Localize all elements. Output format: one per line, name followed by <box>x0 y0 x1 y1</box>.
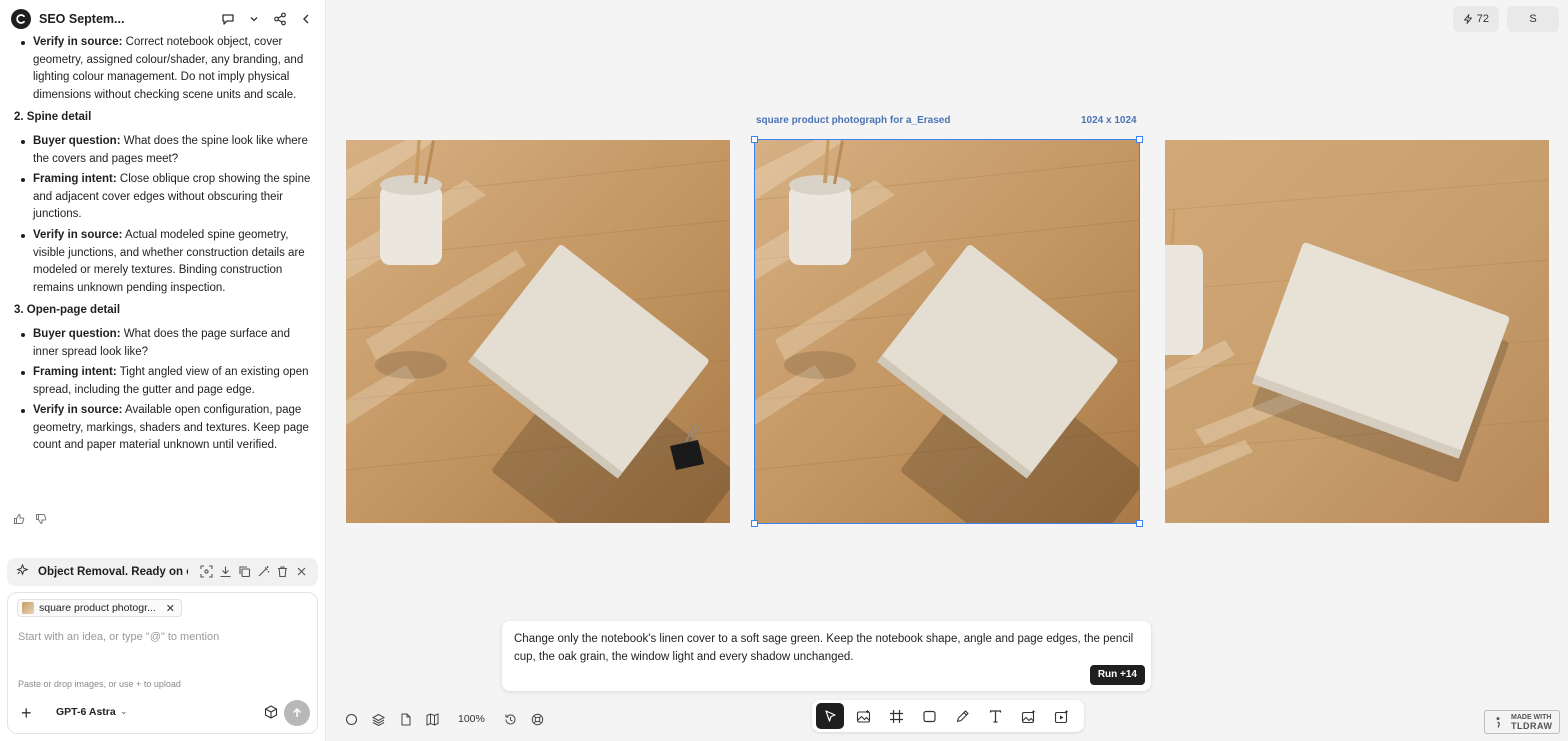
tldraw-logo-icon <box>1496 717 1500 728</box>
copy-icon[interactable] <box>238 565 251 581</box>
user-avatar[interactable]: S <box>1507 6 1559 32</box>
download-icon[interactable] <box>219 565 232 581</box>
chevron-down-icon[interactable] <box>245 10 263 28</box>
sidebar-header: SEO Septem... <box>0 0 325 38</box>
chat-composer: square product photogr... ✕ Start with a… <box>7 592 318 734</box>
send-button[interactable] <box>284 700 310 726</box>
history-icon[interactable] <box>502 710 520 728</box>
selected-product-photo[interactable] <box>755 140 1139 523</box>
section-heading: 3. Open-page detail <box>14 304 121 317</box>
frame-tool[interactable] <box>882 703 910 729</box>
attached-image-chip[interactable]: square product photogr... ✕ <box>17 599 182 617</box>
canvas-controls: 100% <box>342 710 547 728</box>
task-status-bar[interactable]: Object Removal. Ready on c... <box>7 558 318 586</box>
chat-message: Verify in source: Correct notebook objec… <box>0 34 325 534</box>
app-logo-icon[interactable] <box>11 9 31 29</box>
feedback-row <box>13 513 47 528</box>
text-tool[interactable] <box>981 703 1009 729</box>
chevron-down-icon[interactable]: ⌄ <box>120 706 128 717</box>
section-heading: 2. Spine detail <box>14 111 92 124</box>
list-item: Framing intent: Tight angled view of an … <box>14 364 311 399</box>
model-selector[interactable]: GPT-6 Astra <box>56 706 116 718</box>
credits-badge[interactable]: 72 <box>1452 6 1499 32</box>
run-button[interactable]: Run +14 <box>1089 665 1145 685</box>
watermark-brand: TLDRAW <box>1511 721 1553 731</box>
tool-bar <box>812 700 1084 732</box>
list-item: Verify in source: Available open configu… <box>14 402 311 455</box>
chat-history-icon[interactable] <box>219 10 237 28</box>
list-item: Buyer question: What does the page surfa… <box>14 326 311 361</box>
selected-image-size: 1024 x 1024 <box>1081 115 1137 126</box>
upload-hint: Paste or drop images, or use + to upload <box>18 679 181 689</box>
product-photo[interactable] <box>1165 140 1549 523</box>
share-icon[interactable] <box>271 10 289 28</box>
file-icon[interactable] <box>396 710 414 728</box>
task-status-label: Object Removal. Ready on c... <box>38 566 188 578</box>
help-icon[interactable] <box>529 710 547 728</box>
document-title[interactable]: SEO Septem... <box>39 12 219 26</box>
image-tool[interactable] <box>849 703 877 729</box>
remove-attachment-icon[interactable]: ✕ <box>166 602 175 615</box>
thumbs-down-icon[interactable] <box>35 513 47 528</box>
select-tool[interactable] <box>816 703 844 729</box>
map-icon[interactable] <box>423 710 441 728</box>
product-photo[interactable] <box>346 140 730 523</box>
circle-icon[interactable] <box>342 710 360 728</box>
cube-icon[interactable] <box>264 705 278 722</box>
chat-input[interactable]: Start with an idea, or type "@" to menti… <box>18 631 219 643</box>
list-item: Verify in source: Correct notebook objec… <box>14 34 311 104</box>
list-item: Verify in source: Actual modeled spine g… <box>14 227 311 297</box>
close-icon[interactable] <box>295 565 308 581</box>
rectangle-tool[interactable] <box>915 703 943 729</box>
list-item: Framing intent: Close oblique crop showi… <box>14 171 311 224</box>
generate-image-tool[interactable] <box>1014 703 1042 729</box>
chip-label: square product photogr... <box>39 602 156 614</box>
layers-icon[interactable] <box>369 710 387 728</box>
selected-image-name: square product photograph for a_Erased <box>756 115 951 126</box>
collapse-sidebar-icon[interactable] <box>297 10 315 28</box>
add-attachment-button[interactable]: + <box>21 703 32 724</box>
thumbs-up-icon[interactable] <box>13 513 25 528</box>
generate-video-tool[interactable] <box>1047 703 1075 729</box>
edit-prompt-input[interactable]: Change only the notebook's linen cover t… <box>502 621 1151 691</box>
sparkle-icon <box>16 563 29 580</box>
zoom-level[interactable]: 100% <box>458 713 485 725</box>
focus-icon[interactable] <box>200 565 213 581</box>
canvas[interactable]: 72 S square product photograph for a_Era… <box>326 0 1568 741</box>
prompt-text[interactable]: Change only the notebook's linen cover t… <box>514 633 1133 663</box>
trash-icon[interactable] <box>276 565 289 581</box>
pencil-tool[interactable] <box>948 703 976 729</box>
credits-count: 72 <box>1476 13 1489 25</box>
lightning-icon <box>1463 14 1472 24</box>
list-item: Buyer question: What does the spine look… <box>14 133 311 168</box>
chat-sidebar: SEO Septem... Verify in source: Correct … <box>0 0 326 741</box>
magic-wand-icon[interactable] <box>257 565 270 581</box>
image-thumbnail <box>22 602 34 614</box>
tldraw-watermark[interactable]: MADE WITH TLDRAW <box>1484 710 1560 734</box>
